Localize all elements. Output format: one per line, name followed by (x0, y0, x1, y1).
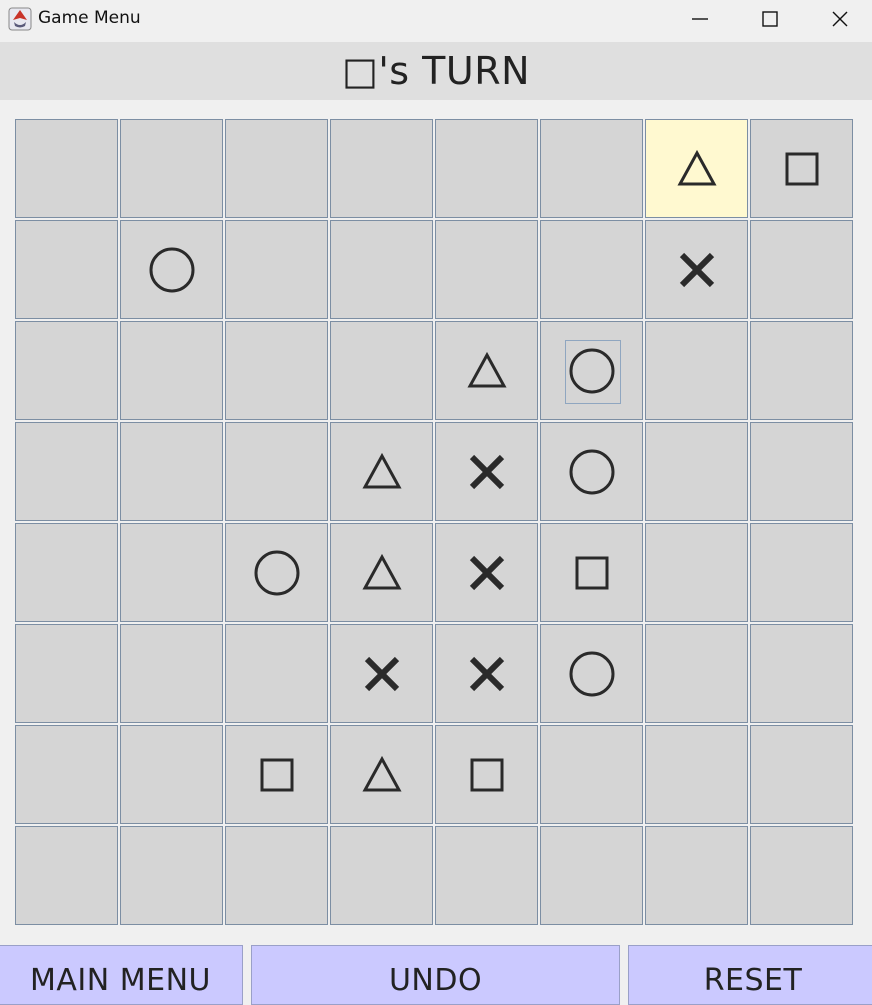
board-cell-r0-c4[interactable] (435, 119, 538, 218)
board-cell-r2-c4[interactable] (435, 321, 538, 420)
x-piece-icon (469, 555, 504, 590)
board-cell-r7-c5[interactable] (540, 826, 643, 925)
board-cell-r4-c7[interactable] (750, 523, 853, 622)
board-cell-r1-c2[interactable] (225, 220, 328, 319)
board-cell-r0-c5[interactable] (540, 119, 643, 218)
board-cell-r6-c0[interactable] (15, 725, 118, 824)
game-board (15, 119, 853, 925)
board-cell-r4-c1[interactable] (120, 523, 223, 622)
reset-button[interactable]: RESET (628, 945, 872, 1005)
board-cell-r2-c7[interactable] (750, 321, 853, 420)
board-cell-r2-c1[interactable] (120, 321, 223, 420)
maximize-icon (762, 11, 778, 27)
board-cell-r5-c6[interactable] (645, 624, 748, 723)
board-cell-r1-c3[interactable] (330, 220, 433, 319)
board-cell-r1-c4[interactable] (435, 220, 538, 319)
board-cell-r2-c5[interactable] (540, 321, 643, 420)
board-cell-r7-c3[interactable] (330, 826, 433, 925)
java-app-icon (8, 7, 32, 31)
board-cell-r5-c3[interactable] (330, 624, 433, 723)
board-cell-r5-c1[interactable] (120, 624, 223, 723)
board-cell-r4-c4[interactable] (435, 523, 538, 622)
board-cell-r3-c3[interactable] (330, 422, 433, 521)
square-piece-icon (470, 758, 503, 791)
board-cell-r6-c4[interactable] (435, 725, 538, 824)
triangle-piece-icon (676, 149, 717, 185)
board-cell-r3-c6[interactable] (645, 422, 748, 521)
title-bar: Game Menu (0, 0, 872, 38)
board-cell-r3-c5[interactable] (540, 422, 643, 521)
board-cell-r4-c5[interactable] (540, 523, 643, 622)
window-title: Game Menu (38, 8, 141, 28)
board-cell-r3-c2[interactable] (225, 422, 328, 521)
board-cell-r4-c2[interactable] (225, 523, 328, 622)
circle-piece-icon (149, 247, 194, 292)
board-cell-r7-c6[interactable] (645, 826, 748, 925)
circle-piece-icon (569, 651, 614, 696)
square-piece-icon (785, 152, 818, 185)
close-icon (832, 11, 848, 27)
board-cell-r6-c7[interactable] (750, 725, 853, 824)
board-cell-r7-c4[interactable] (435, 826, 538, 925)
board-cell-r0-c6[interactable] (645, 119, 748, 218)
x-piece-icon (469, 454, 504, 489)
board-cell-r5-c5[interactable] (540, 624, 643, 723)
board-cell-r0-c1[interactable] (120, 119, 223, 218)
board-cell-r3-c1[interactable] (120, 422, 223, 521)
x-piece-icon (364, 656, 399, 691)
board-cell-r0-c3[interactable] (330, 119, 433, 218)
minimize-icon (692, 18, 708, 20)
triangle-piece-icon (361, 452, 402, 488)
board-cell-r7-c7[interactable] (750, 826, 853, 925)
main-menu-button[interactable]: MAIN MENU (0, 945, 243, 1005)
board-cell-r0-c7[interactable] (750, 119, 853, 218)
board-cell-r1-c0[interactable] (15, 220, 118, 319)
circle-piece-icon (569, 449, 614, 494)
board-cell-r6-c1[interactable] (120, 725, 223, 824)
board-cell-r2-c3[interactable] (330, 321, 433, 420)
board-cell-r3-c0[interactable] (15, 422, 118, 521)
maximize-button[interactable] (735, 0, 805, 38)
square-piece-icon (260, 758, 293, 791)
triangle-piece-icon (361, 755, 402, 791)
board-cell-r4-c3[interactable] (330, 523, 433, 622)
board-cell-r5-c4[interactable] (435, 624, 538, 723)
circle-piece-icon (254, 550, 299, 595)
board-cell-r7-c1[interactable] (120, 826, 223, 925)
board-cell-r4-c6[interactable] (645, 523, 748, 622)
board-cell-r7-c0[interactable] (15, 826, 118, 925)
board-cell-r2-c2[interactable] (225, 321, 328, 420)
board-cell-r6-c3[interactable] (330, 725, 433, 824)
board-cell-r0-c0[interactable] (15, 119, 118, 218)
board-cell-r7-c2[interactable] (225, 826, 328, 925)
close-button[interactable] (805, 0, 872, 38)
triangle-piece-icon (361, 553, 402, 589)
triangle-piece-icon (466, 351, 507, 387)
undo-button[interactable]: UNDO (251, 945, 620, 1005)
board-cell-r1-c1[interactable] (120, 220, 223, 319)
board-cell-r1-c7[interactable] (750, 220, 853, 319)
board-cell-r5-c7[interactable] (750, 624, 853, 723)
x-piece-icon (469, 656, 504, 691)
board-cell-r2-c0[interactable] (15, 321, 118, 420)
minimize-button[interactable] (665, 0, 735, 38)
board-cell-r0-c2[interactable] (225, 119, 328, 218)
square-piece-icon (575, 556, 608, 589)
x-piece-icon (679, 252, 714, 287)
board-cell-r5-c2[interactable] (225, 624, 328, 723)
board-cell-r6-c5[interactable] (540, 725, 643, 824)
turn-indicator: □'s TURN (0, 42, 872, 100)
board-cell-r6-c6[interactable] (645, 725, 748, 824)
board-cell-r1-c6[interactable] (645, 220, 748, 319)
board-cell-r1-c5[interactable] (540, 220, 643, 319)
board-cell-r4-c0[interactable] (15, 523, 118, 622)
board-cell-r5-c0[interactable] (15, 624, 118, 723)
board-cell-r2-c6[interactable] (645, 321, 748, 420)
board-cell-r3-c4[interactable] (435, 422, 538, 521)
circle-piece-icon (569, 348, 614, 393)
board-cell-r3-c7[interactable] (750, 422, 853, 521)
board-cell-r6-c2[interactable] (225, 725, 328, 824)
